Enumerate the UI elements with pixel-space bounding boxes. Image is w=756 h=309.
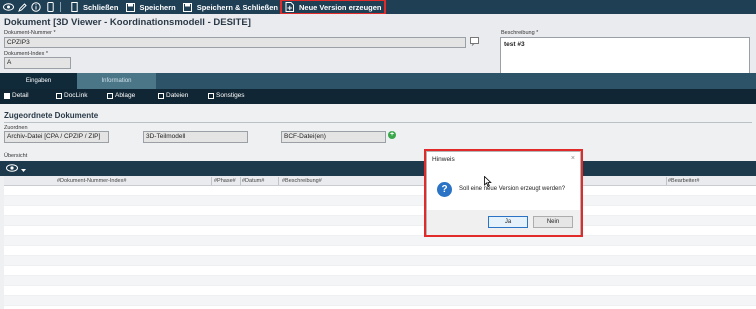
- column-header-description[interactable]: #Beschreibung#: [282, 178, 322, 184]
- save-close-button[interactable]: Speichern & Schließen: [179, 0, 281, 14]
- new-version-button-label: Neue Version erzeugen: [298, 2, 382, 12]
- save-button-label: Speichern: [139, 2, 176, 12]
- save-icon: [124, 1, 136, 13]
- checkbox-doclink-label: DocLink: [64, 92, 88, 99]
- column-header-editor[interactable]: #Bearbeiter#: [668, 178, 700, 184]
- table-row[interactable]: [4, 216, 756, 226]
- table-row[interactable]: [4, 206, 756, 216]
- chevron-down-icon[interactable]: [21, 167, 26, 174]
- grid-header: #Dokument-Nummer-Index# #Phase# #Datum# …: [4, 176, 756, 186]
- archive-file-field[interactable]: Archiv-Datei [CPA / CPZIP / ZIP]: [4, 131, 109, 143]
- table-row[interactable]: [4, 266, 756, 276]
- dialog-close-icon[interactable]: ×: [571, 155, 575, 162]
- document-header: Dokument [3D Viewer - Koordinationsmodel…: [0, 14, 756, 78]
- column-header-document-number[interactable]: #Dokument-Nummer-Index#: [57, 178, 126, 184]
- tab-information[interactable]: Information: [77, 73, 156, 89]
- 3d-submodel-field[interactable]: 3D-Teilmodell: [143, 131, 248, 143]
- new-version-icon: [284, 1, 296, 13]
- bcf-file-field[interactable]: BCF-Datei(en): [281, 131, 386, 143]
- table-row[interactable]: [4, 296, 756, 306]
- description-field[interactable]: test #3: [500, 37, 750, 78]
- document-number-label: Dokument-Nummer *: [4, 30, 56, 36]
- info-icon[interactable]: [30, 1, 42, 13]
- column-divider: [278, 177, 279, 185]
- checkbox-dateien[interactable]: Dateien: [158, 92, 188, 99]
- table-row[interactable]: [4, 286, 756, 296]
- dialog-body: ? Soll eine neue Version erzeugt werden?: [427, 168, 580, 210]
- no-button[interactable]: Nein: [533, 216, 573, 228]
- checkbox-dateien-box[interactable]: [158, 92, 164, 99]
- tab-eingaben[interactable]: Eingaben: [0, 73, 77, 89]
- section-title: Zugeordnete Dokumente: [4, 111, 99, 120]
- table-row[interactable]: [4, 256, 756, 266]
- grid-body: [4, 186, 756, 309]
- checkbox-detail-box[interactable]: [4, 92, 10, 99]
- grid-toolbar: [0, 161, 756, 176]
- checkbox-sonstiges-box[interactable]: [208, 92, 214, 99]
- toolbar-divider: [60, 2, 61, 12]
- checkbox-dateien-label: Dateien: [166, 92, 189, 99]
- document-index-field[interactable]: A: [4, 57, 71, 69]
- save-close-icon: [182, 1, 194, 13]
- eye-icon[interactable]: [2, 1, 14, 13]
- close-document-icon: [68, 1, 80, 13]
- checkbox-detail[interactable]: Detail: [4, 92, 29, 99]
- checkbox-sonstiges[interactable]: Sonstiges: [208, 92, 245, 99]
- mobile-icon[interactable]: [44, 1, 56, 13]
- save-button[interactable]: Speichern: [121, 0, 178, 14]
- save-close-button-label: Speichern & Schließen: [196, 2, 278, 12]
- new-version-button[interactable]: Neue Version erzeugen: [279, 0, 386, 15]
- checkbox-doclink[interactable]: DocLink: [56, 92, 87, 99]
- edit-icon[interactable]: [16, 1, 28, 13]
- tab-bar: Eingaben Information: [0, 73, 756, 89]
- table-row[interactable]: [4, 236, 756, 246]
- checkbox-sonstiges-label: Sonstiges: [216, 92, 245, 99]
- page-title: Dokument [3D Viewer - Koordinationsmodel…: [4, 17, 251, 28]
- add-icon[interactable]: +: [388, 131, 396, 139]
- document-number-field[interactable]: CPZIP3: [4, 37, 466, 48]
- table-row[interactable]: [4, 186, 756, 196]
- column-divider: [240, 177, 241, 185]
- dialog-footer: Ja Nein: [427, 210, 580, 235]
- column-divider: [666, 177, 667, 185]
- checkbox-detail-label: Detail: [12, 92, 29, 99]
- checkbox-doclink-box[interactable]: [56, 92, 62, 99]
- mouse-cursor-icon: [484, 175, 492, 189]
- description-label: Beschreibung *: [501, 30, 539, 36]
- table-row[interactable]: [4, 246, 756, 256]
- dialog-message: Soll eine neue Version erzeugt werden?: [459, 186, 566, 192]
- question-icon: ?: [437, 182, 452, 197]
- view-checkbox-bar: Detail DocLink Ablage Dateien Sonstiges: [0, 89, 756, 104]
- note-icon[interactable]: [470, 37, 480, 48]
- table-row[interactable]: [4, 226, 756, 236]
- close-button-label: Schließen: [83, 2, 119, 12]
- overview-label: Übersicht: [4, 153, 28, 159]
- table-row[interactable]: [4, 196, 756, 206]
- column-header-date[interactable]: #Datum#: [242, 178, 264, 184]
- main-toolbar: Schließen Speichern Speichern & Schließe…: [0, 0, 756, 15]
- yes-button[interactable]: Ja: [488, 216, 528, 228]
- confirm-dialog: Hinweis × ? Soll eine neue Version erzeu…: [426, 151, 581, 235]
- table-row[interactable]: [4, 276, 756, 286]
- checkbox-ablage[interactable]: Ablage: [107, 92, 135, 99]
- eye-icon[interactable]: [6, 164, 18, 174]
- checkbox-ablage-label: Ablage: [115, 92, 136, 99]
- close-button[interactable]: Schließen: [65, 0, 121, 14]
- dialog-title: Hinweis: [432, 156, 455, 163]
- checkbox-ablage-box[interactable]: [107, 92, 113, 99]
- section-divider: [4, 122, 752, 123]
- column-divider: [211, 177, 212, 185]
- column-header-phase[interactable]: #Phase#: [214, 178, 236, 184]
